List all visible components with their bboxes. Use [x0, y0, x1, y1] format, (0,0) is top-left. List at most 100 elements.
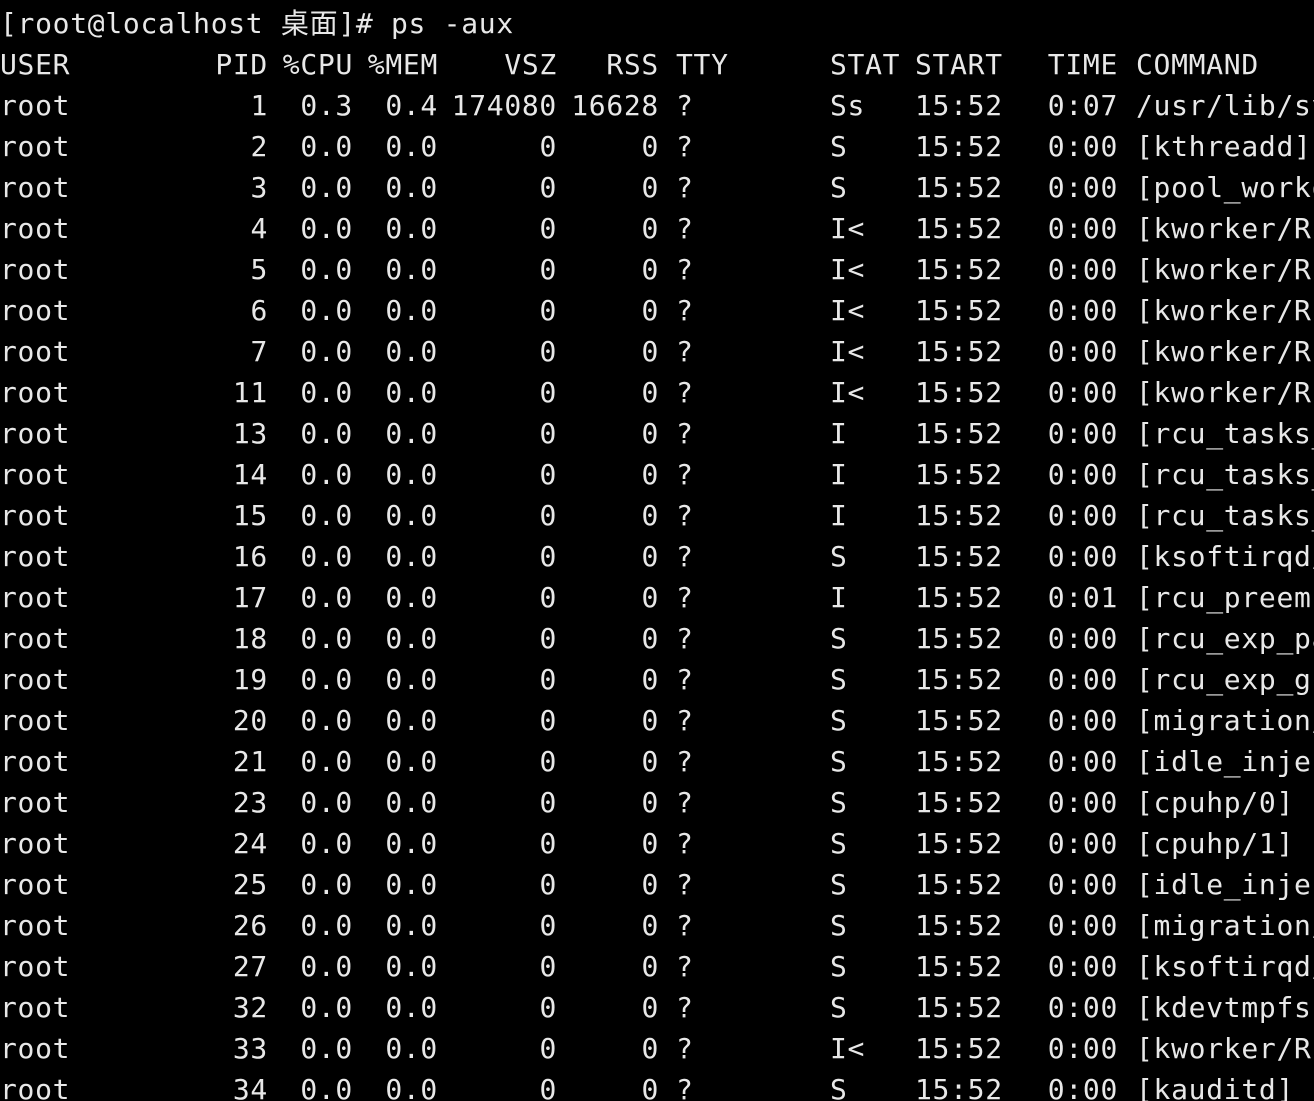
rss-cell: 0 — [641, 212, 659, 245]
vsz-cell: 0 — [539, 294, 557, 327]
user-cell: root — [0, 827, 71, 860]
stat-cell: S — [830, 663, 848, 696]
tty-cell: ? — [676, 622, 694, 655]
mem-cell: 0.0 — [385, 335, 438, 368]
time-cell: 0:00 — [1047, 827, 1118, 860]
start-cell: 15:52 — [915, 581, 1003, 614]
process-row: root 17 0.0 0.0 0 0? I 15:52 0:01 [rcu_preemp — [0, 577, 1314, 618]
command-cell: [rcu_tasks_ — [1136, 417, 1314, 450]
header-user: USER — [0, 48, 71, 81]
pid-cell: 20 — [232, 704, 268, 737]
command-cell: [rcu_tasks_ — [1136, 499, 1314, 532]
header-command: COMMAND — [1136, 48, 1259, 81]
start-cell: 15:52 — [915, 745, 1003, 778]
user-cell: root — [0, 868, 71, 901]
vsz-cell: 0 — [539, 581, 557, 614]
vsz-cell: 0 — [539, 458, 557, 491]
pid-cell: 26 — [232, 909, 268, 942]
user-cell: root — [0, 704, 71, 737]
user-cell: root — [0, 376, 71, 409]
process-row: root 20 0.0 0.0 0 0? S 15:52 0:00 [migration/ — [0, 700, 1314, 741]
vsz-cell: 0 — [539, 868, 557, 901]
process-row: root 14 0.0 0.0 0 0? I 15:52 0:00 [rcu_tasks_ — [0, 454, 1314, 495]
time-cell: 0:00 — [1047, 499, 1118, 532]
command-cell: [migration/ — [1136, 704, 1314, 737]
mem-cell: 0.0 — [385, 294, 438, 327]
user-cell: root — [0, 622, 71, 655]
rss-cell: 0 — [641, 868, 659, 901]
mem-cell: 0.0 — [385, 663, 438, 696]
tty-cell: ? — [676, 417, 694, 450]
cpu-cell: 0.0 — [300, 458, 353, 491]
tty-cell: ? — [676, 704, 694, 737]
tty-cell: ? — [676, 1073, 694, 1101]
stat-cell: I< — [830, 376, 866, 409]
process-row: root 7 0.0 0.0 0 0? I< 15:52 0:00 [kworker/R- — [0, 331, 1314, 372]
tty-cell: ? — [676, 253, 694, 286]
user-cell: root — [0, 1032, 71, 1065]
time-cell: 0:00 — [1047, 171, 1118, 204]
stat-cell: I — [830, 417, 848, 450]
terminal-window[interactable]: [root@localhost 桌面]# ps -aux USER PID %CPU… — [0, 0, 1314, 1101]
mem-cell: 0.0 — [385, 950, 438, 983]
cpu-cell: 0.0 — [300, 663, 353, 696]
process-row: root 18 0.0 0.0 0 0? S 15:52 0:00 [rcu_exp_pa — [0, 618, 1314, 659]
command-cell: [cpuhp/0] — [1136, 786, 1295, 819]
tty-cell: ? — [676, 991, 694, 1024]
tty-cell: ? — [676, 909, 694, 942]
rss-cell: 0 — [641, 745, 659, 778]
cpu-cell: 0.0 — [300, 786, 353, 819]
rss-cell: 0 — [641, 909, 659, 942]
rss-cell: 0 — [641, 704, 659, 737]
start-cell: 15:52 — [915, 253, 1003, 286]
process-row: root 16 0.0 0.0 0 0? S 15:52 0:00 [ksoftirqd/ — [0, 536, 1314, 577]
pid-cell: 17 — [232, 581, 268, 614]
rss-cell: 0 — [641, 663, 659, 696]
mem-cell: 0.0 — [385, 171, 438, 204]
tty-cell: ? — [676, 540, 694, 573]
start-cell: 15:52 — [915, 417, 1003, 450]
pid-cell: 14 — [232, 458, 268, 491]
start-cell: 15:52 — [915, 540, 1003, 573]
process-row: root 1 0.3 0.4 174080 16628? Ss 15:52 0:07/usr/l… — [0, 85, 1314, 126]
pid-cell: 1 — [250, 89, 268, 122]
time-cell: 0:00 — [1047, 294, 1118, 327]
tty-cell: ? — [676, 581, 694, 614]
tty-cell: ? — [676, 950, 694, 983]
time-cell: 0:00 — [1047, 376, 1118, 409]
rss-cell: 16628 — [571, 89, 659, 122]
process-row: root 21 0.0 0.0 0 0? S 15:52 0:00 [idle_injec — [0, 741, 1314, 782]
vsz-cell: 0 — [539, 704, 557, 737]
user-cell: root — [0, 253, 71, 286]
rss-cell: 0 — [641, 622, 659, 655]
time-cell: 0:00 — [1047, 1073, 1118, 1101]
time-cell: 0:01 — [1047, 581, 1118, 614]
start-cell: 15:52 — [915, 991, 1003, 1024]
header-cpu: %CPU — [282, 48, 353, 81]
start-cell: 15:52 — [915, 868, 1003, 901]
stat-cell: S — [830, 991, 848, 1024]
mem-cell: 0.0 — [385, 786, 438, 819]
vsz-cell: 0 — [539, 950, 557, 983]
process-row: root 2 0.0 0.0 0 0? S 15:52 0:00 [kthreadd] — [0, 126, 1314, 167]
header-start: START — [915, 48, 1003, 81]
rss-cell: 0 — [641, 950, 659, 983]
mem-cell: 0.0 — [385, 991, 438, 1024]
header-pid: PID — [215, 48, 268, 81]
rss-cell: 0 — [641, 499, 659, 532]
pid-cell: 34 — [232, 1073, 268, 1101]
user-cell: root — [0, 335, 71, 368]
cpu-cell: 0.0 — [300, 745, 353, 778]
vsz-cell: 0 — [539, 622, 557, 655]
vsz-cell: 0 — [539, 417, 557, 450]
rss-cell: 0 — [641, 581, 659, 614]
user-cell: root — [0, 540, 71, 573]
mem-cell: 0.4 — [385, 89, 438, 122]
time-cell: 0:00 — [1047, 335, 1118, 368]
rss-cell: 0 — [641, 786, 659, 819]
stat-cell: I< — [830, 253, 866, 286]
header-rss: RSS — [606, 48, 659, 81]
mem-cell: 0.0 — [385, 540, 438, 573]
command-cell: [rcu_tasks_ — [1136, 458, 1314, 491]
pid-cell: 16 — [232, 540, 268, 573]
